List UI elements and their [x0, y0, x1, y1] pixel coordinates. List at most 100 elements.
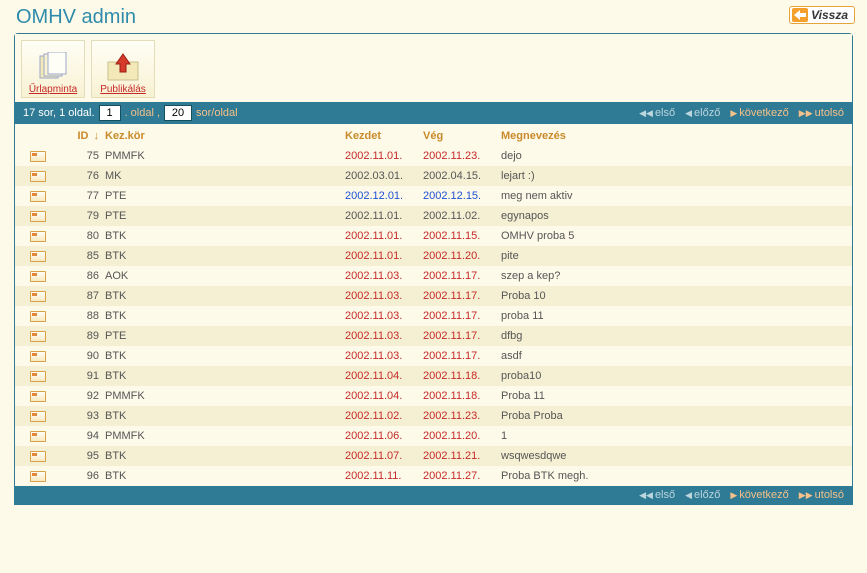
cell-kezdet: 2002.11.04. — [345, 370, 423, 382]
cell-megnevezes: szep a kep? — [501, 270, 846, 282]
table-row[interactable]: 92PMMFK2002.11.04.2002.11.18.Proba 11 — [15, 386, 852, 406]
table-row[interactable]: 76MK2002.03.01.2002.04.15.lejart :) — [15, 166, 852, 186]
row-flag-icon — [30, 151, 46, 162]
publish-button-label: Publikálás — [100, 84, 146, 95]
cell-kezkor: BTK — [105, 230, 345, 242]
cell-id: 94 — [55, 430, 105, 442]
table-row[interactable]: 88BTK2002.11.03.2002.11.17.proba 11 — [15, 306, 852, 326]
cell-veg: 2002.11.15. — [423, 230, 501, 242]
cell-megnevezes: meg nem aktiv — [501, 190, 846, 202]
cell-megnevezes: lejart :) — [501, 170, 846, 182]
row-flag-icon — [30, 191, 46, 202]
row-flag-icon — [30, 271, 46, 282]
documents-icon — [36, 51, 70, 83]
nav-prev[interactable]: ◀előző — [685, 107, 720, 119]
row-flag-icon — [30, 471, 46, 482]
cell-megnevezes: Proba 10 — [501, 290, 846, 302]
cell-id: 87 — [55, 290, 105, 302]
cell-kezkor: BTK — [105, 410, 345, 422]
template-button[interactable]: Űrlapminta — [21, 40, 85, 98]
cell-kezkor: MK — [105, 170, 345, 182]
cell-kezdet: 2002.11.06. — [345, 430, 423, 442]
cell-id: 92 — [55, 390, 105, 402]
cell-kezdet: 2002.11.03. — [345, 350, 423, 362]
cell-megnevezes: dejo — [501, 150, 846, 162]
cell-id: 77 — [55, 190, 105, 202]
table-row[interactable]: 85BTK2002.11.01.2002.11.20.pite — [15, 246, 852, 266]
template-button-label: Űrlapminta — [29, 84, 77, 95]
row-flag-icon — [30, 231, 46, 242]
cell-kezdet: 2002.11.03. — [345, 290, 423, 302]
col-kezdet[interactable]: Kezdet — [345, 130, 423, 142]
cell-kezkor: PMMFK — [105, 430, 345, 442]
page-size-input[interactable] — [164, 105, 192, 121]
cell-id: 95 — [55, 450, 105, 462]
table-row[interactable]: 89PTE2002.11.03.2002.11.17.dfbg — [15, 326, 852, 346]
cell-kezkor: PTE — [105, 190, 345, 202]
row-flag-icon — [30, 451, 46, 462]
row-flag-icon — [30, 251, 46, 262]
cell-megnevezes: OMHV proba 5 — [501, 230, 846, 242]
back-button[interactable]: Vissza — [789, 6, 855, 24]
table-row[interactable]: 91BTK2002.11.04.2002.11.18.proba10 — [15, 366, 852, 386]
cell-veg: 2002.11.17. — [423, 270, 501, 282]
cell-id: 89 — [55, 330, 105, 342]
row-flag-icon — [30, 331, 46, 342]
cell-id: 76 — [55, 170, 105, 182]
main-panel: Űrlapminta Publikálás 17 sor, 1 oldal. .… — [14, 33, 853, 505]
cell-kezdet: 2002.11.01. — [345, 250, 423, 262]
cell-veg: 2002.11.17. — [423, 310, 501, 322]
page-label: . oldal , — [125, 107, 160, 119]
table-row[interactable]: 94PMMFK2002.11.06.2002.11.20.1 — [15, 426, 852, 446]
col-kezkor[interactable]: Kez.kör — [105, 130, 345, 142]
publish-button[interactable]: Publikálás — [91, 40, 155, 98]
cell-kezkor: PMMFK — [105, 150, 345, 162]
upload-icon — [106, 51, 140, 83]
table-row[interactable]: 75PMMFK2002.11.01.2002.11.23.dejo — [15, 146, 852, 166]
table-row[interactable]: 96BTK2002.11.11.2002.11.27.Proba BTK meg… — [15, 466, 852, 486]
cell-veg: 2002.11.02. — [423, 210, 501, 222]
cell-kezdet: 2002.11.02. — [345, 410, 423, 422]
col-megnevezes[interactable]: Megnevezés — [501, 130, 846, 142]
table-body: 75PMMFK2002.11.01.2002.11.23.dejo76MK200… — [15, 146, 852, 486]
nav-next[interactable]: ▶következő — [730, 107, 788, 119]
pager-top: 17 sor, 1 oldal. . oldal , sor/oldal ◀◀e… — [15, 102, 852, 124]
cell-kezdet: 2002.11.03. — [345, 330, 423, 342]
nav-prev-bottom[interactable]: ◀előző — [685, 489, 720, 501]
col-veg[interactable]: Vég — [423, 130, 501, 142]
pager-bottom: ◀◀első ◀előző ▶következő ▶▶utolsó — [15, 486, 852, 504]
double-right-icon: ▶▶ — [799, 108, 813, 119]
toolbar: Űrlapminta Publikálás — [15, 34, 852, 102]
cell-veg: 2002.11.17. — [423, 350, 501, 362]
table-row[interactable]: 93BTK2002.11.02.2002.11.23.Proba Proba — [15, 406, 852, 426]
cell-veg: 2002.11.21. — [423, 450, 501, 462]
table-row[interactable]: 79PTE2002.11.01.2002.11.02.egynapos — [15, 206, 852, 226]
cell-id: 90 — [55, 350, 105, 362]
cell-id: 85 — [55, 250, 105, 262]
cell-kezkor: BTK — [105, 370, 345, 382]
cell-megnevezes: pite — [501, 250, 846, 262]
arrow-left-icon — [792, 8, 808, 22]
nav-first[interactable]: ◀◀első — [639, 107, 675, 119]
left-icon: ◀ — [685, 108, 692, 119]
cell-kezkor: PTE — [105, 210, 345, 222]
table-row[interactable]: 90BTK2002.11.03.2002.11.17.asdf — [15, 346, 852, 366]
table-row[interactable]: 77PTE2002.12.01.2002.12.15.meg nem aktiv — [15, 186, 852, 206]
nav-first-bottom[interactable]: ◀◀első — [639, 489, 675, 501]
nav-last[interactable]: ▶▶utolsó — [799, 107, 844, 119]
row-flag-icon — [30, 351, 46, 362]
cell-id: 88 — [55, 310, 105, 322]
table-row[interactable]: 80BTK2002.11.01.2002.11.15.OMHV proba 5 — [15, 226, 852, 246]
nav-next-bottom[interactable]: ▶következő — [730, 489, 788, 501]
cell-veg: 2002.04.15. — [423, 170, 501, 182]
cell-megnevezes: 1 — [501, 430, 846, 442]
table-row[interactable]: 86AOK2002.11.03.2002.11.17.szep a kep? — [15, 266, 852, 286]
table-header: ID ↓ Kez.kör Kezdet Vég Megnevezés — [15, 124, 852, 146]
cell-id: 93 — [55, 410, 105, 422]
page-input[interactable] — [99, 105, 121, 121]
cell-veg: 2002.11.18. — [423, 390, 501, 402]
col-id[interactable]: ID ↓ — [55, 130, 105, 142]
table-row[interactable]: 95BTK2002.11.07.2002.11.21.wsqwesdqwe — [15, 446, 852, 466]
nav-last-bottom[interactable]: ▶▶utolsó — [799, 489, 844, 501]
table-row[interactable]: 87BTK2002.11.03.2002.11.17.Proba 10 — [15, 286, 852, 306]
